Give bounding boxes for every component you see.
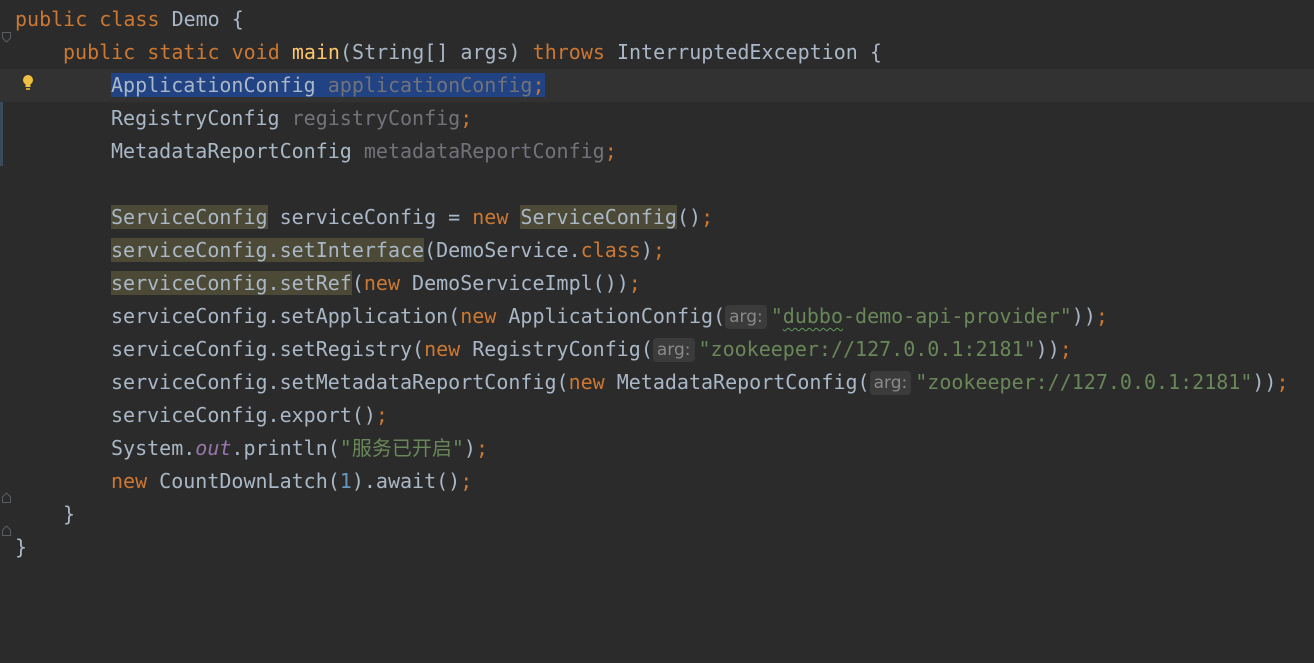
variable-name[interactable]: registryConfig [292,106,461,130]
code-line-13: serviceConfig.export(); [0,399,1314,432]
keyword-new: new [472,205,509,229]
constructor-call[interactable]: CountDownLatch( [147,469,340,493]
semicolon: ; [701,205,714,229]
keyword-throws: throws [532,40,605,64]
keyword-new: new [111,469,148,493]
semicolon: ; [475,436,488,460]
code-line-14: System.out.println("服务已开启"); [0,432,1314,465]
close-parens: )) [1252,370,1277,394]
semicolon: ; [628,271,641,295]
type-name[interactable]: RegistryConfig [111,106,280,130]
method-call[interactable]: serviceConfig.setMetadataReportConfig( [111,370,569,394]
semicolon: ; [375,403,388,427]
code-line-12: serviceConfig.setMetadataReportConfig(ne… [0,366,1314,399]
close-paren: ) [640,238,653,262]
type-name[interactable]: MetadataReportConfig [111,139,352,163]
string-literal: "dubbo-demo-api-provider" [770,304,1072,328]
type-name[interactable]: ServiceConfig [111,205,268,229]
code-line-9: serviceConfig.setRef(new DemoServiceImpl… [0,267,1314,300]
semicolon: ; [460,469,473,493]
number-literal: 1 [339,469,352,493]
parameter-hint: arg: [869,371,912,395]
code-line-7: ServiceConfig serviceConfig = new Servic… [0,201,1314,234]
fold-marker-icon[interactable] [2,525,11,536]
close-paren: ) [463,436,476,460]
method-call[interactable]: serviceConfig.setRegistry( [111,337,424,361]
semicolon: ; [1276,370,1289,394]
keyword-public: public [15,7,88,31]
method-call[interactable]: serviceConfig.setApplication( [111,304,460,328]
call-argument: (DemoService. [424,238,581,262]
code-line-8: serviceConfig.setInterface(DemoService.c… [0,234,1314,267]
parameter-hint: arg: [652,338,695,362]
close-brace: } [63,502,76,526]
close-parens: )) [1035,337,1060,361]
method-call[interactable]: ).await() [352,469,460,493]
method-params: (String[] args) [339,40,521,64]
code-editor[interactable]: public class Demo { public static void m… [0,3,1314,564]
keyword-static: static [147,40,220,64]
declaration-rest: serviceConfig = [267,205,473,229]
call-argument: DemoServiceImpl()) [400,271,629,295]
string-literal: "服务已开启" [339,436,464,460]
method-name-main[interactable]: main [292,40,340,64]
keyword-new: new [424,337,461,361]
semicolon: ; [652,238,665,262]
semicolon: ; [1095,304,1108,328]
code-line-3: ApplicationConfig applicationConfig; [0,69,1314,102]
class-reference[interactable]: System. [111,436,195,460]
parameter-hint: arg: [725,305,767,329]
constructor-name[interactable]: ServiceConfig [520,205,677,229]
code-line-10: serviceConfig.setApplication(new Applica… [0,300,1314,333]
code-line-15: new CountDownLatch(1).await(); [0,465,1314,498]
variable-name[interactable]: metadataReportConfig [364,139,605,163]
keyword-public: public [63,40,136,64]
keyword-new: new [460,304,497,328]
semicolon: ; [1059,337,1072,361]
typo-underline[interactable]: dubbo [783,304,843,328]
keyword-new: new [568,370,605,394]
type-name[interactable]: ApplicationConfig [111,73,316,97]
keyword-class: class [580,238,641,262]
call-parens: () [676,205,702,229]
class-name[interactable]: Demo [172,7,220,31]
open-brace: { [869,40,882,64]
constructor-call[interactable]: RegistryConfig( [460,337,653,361]
keyword-class: class [99,7,160,31]
string-literal: "zookeeper://127.0.0.1:2181" [698,337,1036,361]
method-call[interactable]: .println( [231,436,339,460]
string-literal: "zookeeper://127.0.0.1:2181" [915,370,1253,394]
fold-marker-icon[interactable] [2,492,11,503]
code-line-16: } [0,492,1314,531]
semicolon: ; [604,139,617,163]
variable-name[interactable]: applicationConfig [328,73,533,97]
code-line-17: } [0,525,1314,564]
selection: ApplicationConfig applicationConfig; [111,73,545,97]
method-call[interactable]: serviceConfig.export() [111,403,376,427]
close-parens: )) [1071,304,1096,328]
static-field-out[interactable]: out [195,436,231,460]
code-line-11: serviceConfig.setRegistry(new RegistryCo… [0,333,1314,366]
lightbulb-icon[interactable] [22,74,34,92]
keyword-new: new [363,271,400,295]
semicolon: ; [532,73,545,97]
code-line-2: public static void main(String[] args) t… [0,32,1314,69]
semicolon: ; [460,106,473,130]
method-call[interactable]: serviceConfig.setRef [111,271,352,295]
code-line-4: RegistryConfig registryConfig; [0,102,1314,135]
fold-marker-icon[interactable] [2,32,11,43]
exception-type[interactable]: InterruptedException [617,40,858,64]
close-brace: } [15,535,28,559]
open-brace: { [231,7,244,31]
keyword-void: void [231,40,280,64]
constructor-call[interactable]: MetadataReportConfig( [605,370,870,394]
open-paren: ( [351,271,364,295]
code-line-1: public class Demo { [0,3,1314,36]
method-call[interactable]: serviceConfig.setInterface [111,238,425,262]
code-line-5: MetadataReportConfig metadataReportConfi… [0,135,1314,168]
constructor-call[interactable]: ApplicationConfig( [496,304,725,328]
